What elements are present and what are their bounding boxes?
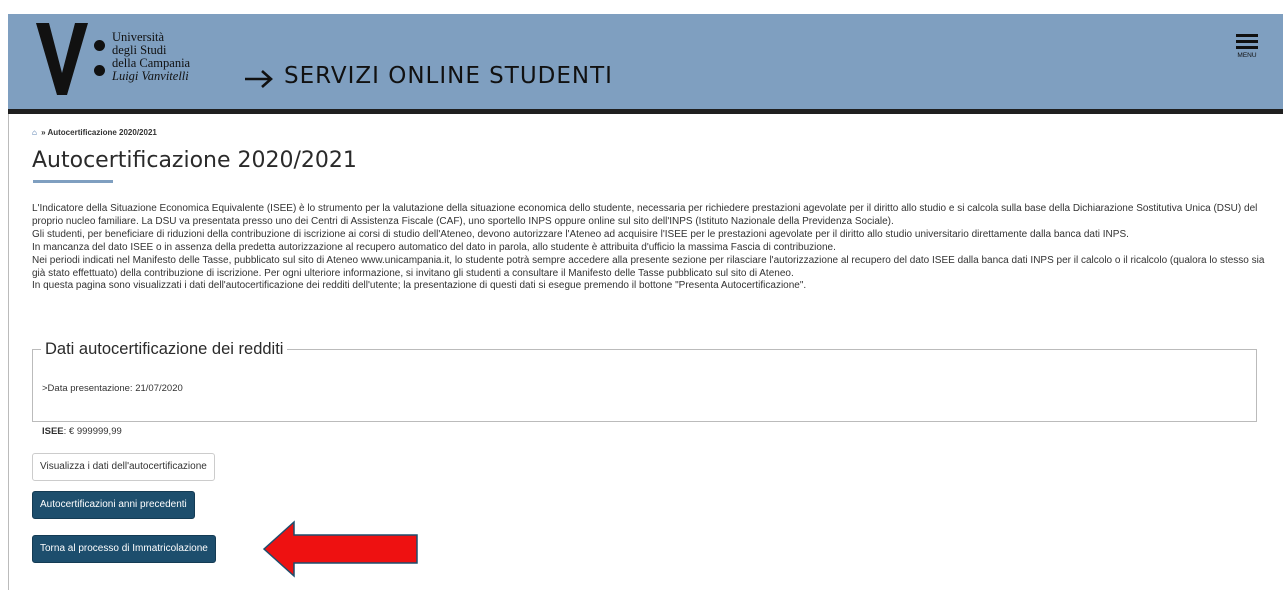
site-title[interactable]: SERVIZI ONLINE STUDENTI [284, 63, 613, 89]
home-icon[interactable]: ⌂ [32, 128, 37, 137]
university-logo-text: Università degli Studi della Campania Lu… [112, 31, 190, 83]
income-self-certification-box: Dati autocertificazione dei redditi >Dat… [32, 340, 1257, 437]
intro-paragraph: Gli studenti, per beneficiare di riduzio… [32, 228, 1129, 240]
intro-paragraph: L'Indicatore della Situazione Economica … [32, 203, 1258, 227]
red-annotation-arrow-icon [262, 520, 418, 578]
view-self-certification-button[interactable]: Visualizza i dati dell'autocertificazion… [32, 453, 215, 481]
isee-label: ISEE [42, 426, 64, 437]
breadcrumb: ⌂ » Autocertificazione 2020/2021 [32, 128, 157, 137]
box-legend: Dati autocertificazione dei redditi [45, 340, 284, 358]
breadcrumb-current: Autocertificazione 2020/2021 [47, 128, 157, 137]
logo-line: Luigi Vanvitelli [112, 69, 189, 83]
arrow-right-icon [245, 70, 273, 88]
logo-dots [94, 40, 105, 90]
breadcrumb-separator: » [41, 128, 46, 137]
isee-value-line: ISEE: € 999999,99 [42, 426, 122, 437]
submission-date: >Data presentazione: 21/07/2020 [42, 383, 183, 394]
university-logo-v-icon[interactable] [36, 23, 88, 95]
intro-paragraph: In questa pagina sono visualizzati i dat… [32, 280, 807, 292]
title-underline [33, 180, 113, 183]
menu-button[interactable]: MENU [1234, 34, 1260, 59]
page-title: Autocertificazione 2020/2021 [32, 148, 357, 173]
intro-text: L'Indicatore della Situazione Economica … [32, 203, 1277, 293]
hamburger-icon [1236, 34, 1258, 37]
previous-years-button[interactable]: Autocertificazioni anni precedenti [32, 491, 195, 519]
site-header: Università degli Studi della Campania Lu… [8, 14, 1283, 114]
intro-paragraph: Nei periodi indicati nel Manifesto delle… [32, 254, 1265, 279]
isee-value: : € 999999,99 [63, 426, 122, 437]
intro-paragraph: In mancanza del dato ISEE o in assenza d… [32, 241, 836, 253]
back-to-enrollment-button[interactable]: Torna al processo di Immatricolazione [32, 535, 216, 563]
menu-label: MENU [1237, 52, 1257, 59]
